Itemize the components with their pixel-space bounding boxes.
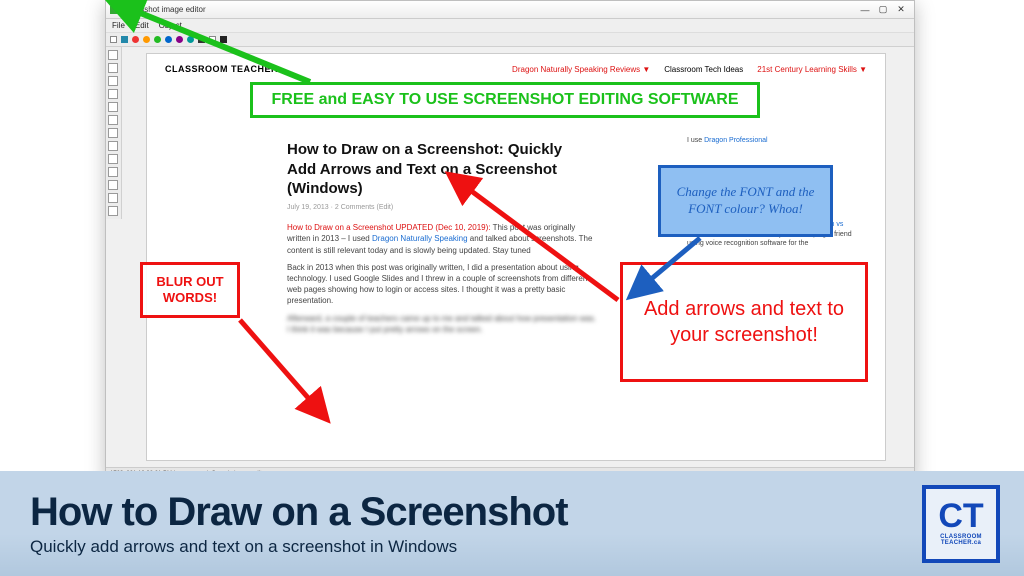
maximize-button[interactable]: ▢ xyxy=(874,4,892,15)
tool-eraser-icon[interactable] xyxy=(108,206,118,216)
tool-highlight-icon[interactable] xyxy=(108,128,118,138)
tool-line-icon[interactable] xyxy=(108,89,118,99)
tool-pen-icon[interactable] xyxy=(108,193,118,203)
minimize-button[interactable]: — xyxy=(856,5,874,15)
tool-arrow-icon[interactable] xyxy=(108,102,118,112)
nav-reviews[interactable]: Dragon Naturally Speaking Reviews ▼ xyxy=(512,65,650,74)
tool-crop-icon[interactable] xyxy=(108,154,118,164)
annotation-blur-text: BLUR OUT WORDS! xyxy=(151,274,229,305)
tool-select-icon[interactable] xyxy=(108,50,118,60)
p1-link[interactable]: Dragon Naturally Speaking xyxy=(372,234,468,243)
banner-subtitle: Quickly add arrows and text on a screens… xyxy=(30,537,568,557)
tool-a-icon[interactable] xyxy=(209,36,216,43)
side-lead-link[interactable]: Dragon Professional xyxy=(704,137,767,144)
paragraph-blurred: Afterward, a couple of teachers came up … xyxy=(287,313,597,335)
bottom-banner: How to Draw on a Screenshot Quickly add … xyxy=(0,471,1024,576)
nav-tech[interactable]: Classroom Tech Ideas xyxy=(664,65,743,74)
side-lead: I use xyxy=(687,137,704,144)
main-toolbar xyxy=(106,33,914,47)
annotation-green-text: FREE and EASY TO USE SCREENSHOT EDITING … xyxy=(271,91,738,109)
ct-logo-line2: TEACHER.ca xyxy=(940,540,982,546)
app-title: Greenshot image editor xyxy=(122,5,206,14)
menu-file[interactable]: File xyxy=(112,21,125,30)
tool-rect-icon[interactable] xyxy=(108,63,118,73)
app-icon xyxy=(110,6,118,14)
side-toolbar xyxy=(106,47,122,219)
ct-logo-big: CT xyxy=(938,501,983,532)
tool-counter-icon[interactable] xyxy=(108,167,118,177)
annotation-blur-box[interactable]: BLUR OUT WORDS! xyxy=(140,262,240,318)
tool-new-icon[interactable] xyxy=(110,36,117,43)
article-title: How to Draw on a Screenshot: Quickly Add… xyxy=(287,140,567,199)
annotation-red-box[interactable]: Add arrows and text to your screenshot! xyxy=(620,262,868,382)
color-green-icon[interactable] xyxy=(154,36,161,43)
page-header: CLASSROOM TEACHER Dragon Naturally Speak… xyxy=(147,54,885,84)
menu-object[interactable]: Object xyxy=(159,21,182,30)
annotation-green-box[interactable]: FREE and EASY TO USE SCREENSHOT EDITING … xyxy=(250,82,760,118)
site-title: CLASSROOM TEACHER xyxy=(165,64,278,74)
annotation-blue-text: Change the FONT and the FONT colour? Who… xyxy=(669,184,822,218)
tool-speech-icon[interactable] xyxy=(108,180,118,190)
menu-edit[interactable]: Edit xyxy=(135,21,149,30)
nav-links: Dragon Naturally Speaking Reviews ▼ Clas… xyxy=(512,65,867,74)
tool-b-icon[interactable] xyxy=(220,36,227,43)
annotation-red-text: Add arrows and text to your screenshot! xyxy=(631,296,857,348)
tool-save-icon[interactable] xyxy=(121,36,128,43)
color-purple-icon[interactable] xyxy=(176,36,183,43)
paragraph-2: Back in 2013 when this post was original… xyxy=(287,262,597,307)
p1-lead: How to Draw on a Screenshot UPDATED (Dec… xyxy=(287,223,491,232)
ct-logo-line1: CLASSROOM xyxy=(940,534,982,540)
titlebar: Greenshot image editor — ▢ ✕ xyxy=(106,1,914,19)
editor-window: Greenshot image editor — ▢ ✕ File Edit O… xyxy=(105,0,915,480)
tool-text-icon[interactable] xyxy=(108,115,118,125)
annotation-blue-box[interactable]: Change the FONT and the FONT colour? Who… xyxy=(658,165,833,237)
ct-logo: CT CLASSROOM TEACHER.ca xyxy=(922,485,1000,563)
tool-blur-icon[interactable] xyxy=(108,141,118,151)
color-blue-icon[interactable] xyxy=(165,36,172,43)
paragraph-1: How to Draw on a Screenshot UPDATED (Dec… xyxy=(287,222,597,256)
tool-ellipse-icon[interactable] xyxy=(108,76,118,86)
close-button[interactable]: ✕ xyxy=(892,4,910,15)
menubar: File Edit Object xyxy=(106,19,914,33)
color-red-icon[interactable] xyxy=(132,36,139,43)
banner-title: How to Draw on a Screenshot xyxy=(30,490,568,535)
color-black-icon[interactable] xyxy=(198,36,205,43)
color-orange-icon[interactable] xyxy=(143,36,150,43)
nav-skills[interactable]: 21st Century Learning Skills ▼ xyxy=(757,65,867,74)
color-teal-icon[interactable] xyxy=(187,36,194,43)
